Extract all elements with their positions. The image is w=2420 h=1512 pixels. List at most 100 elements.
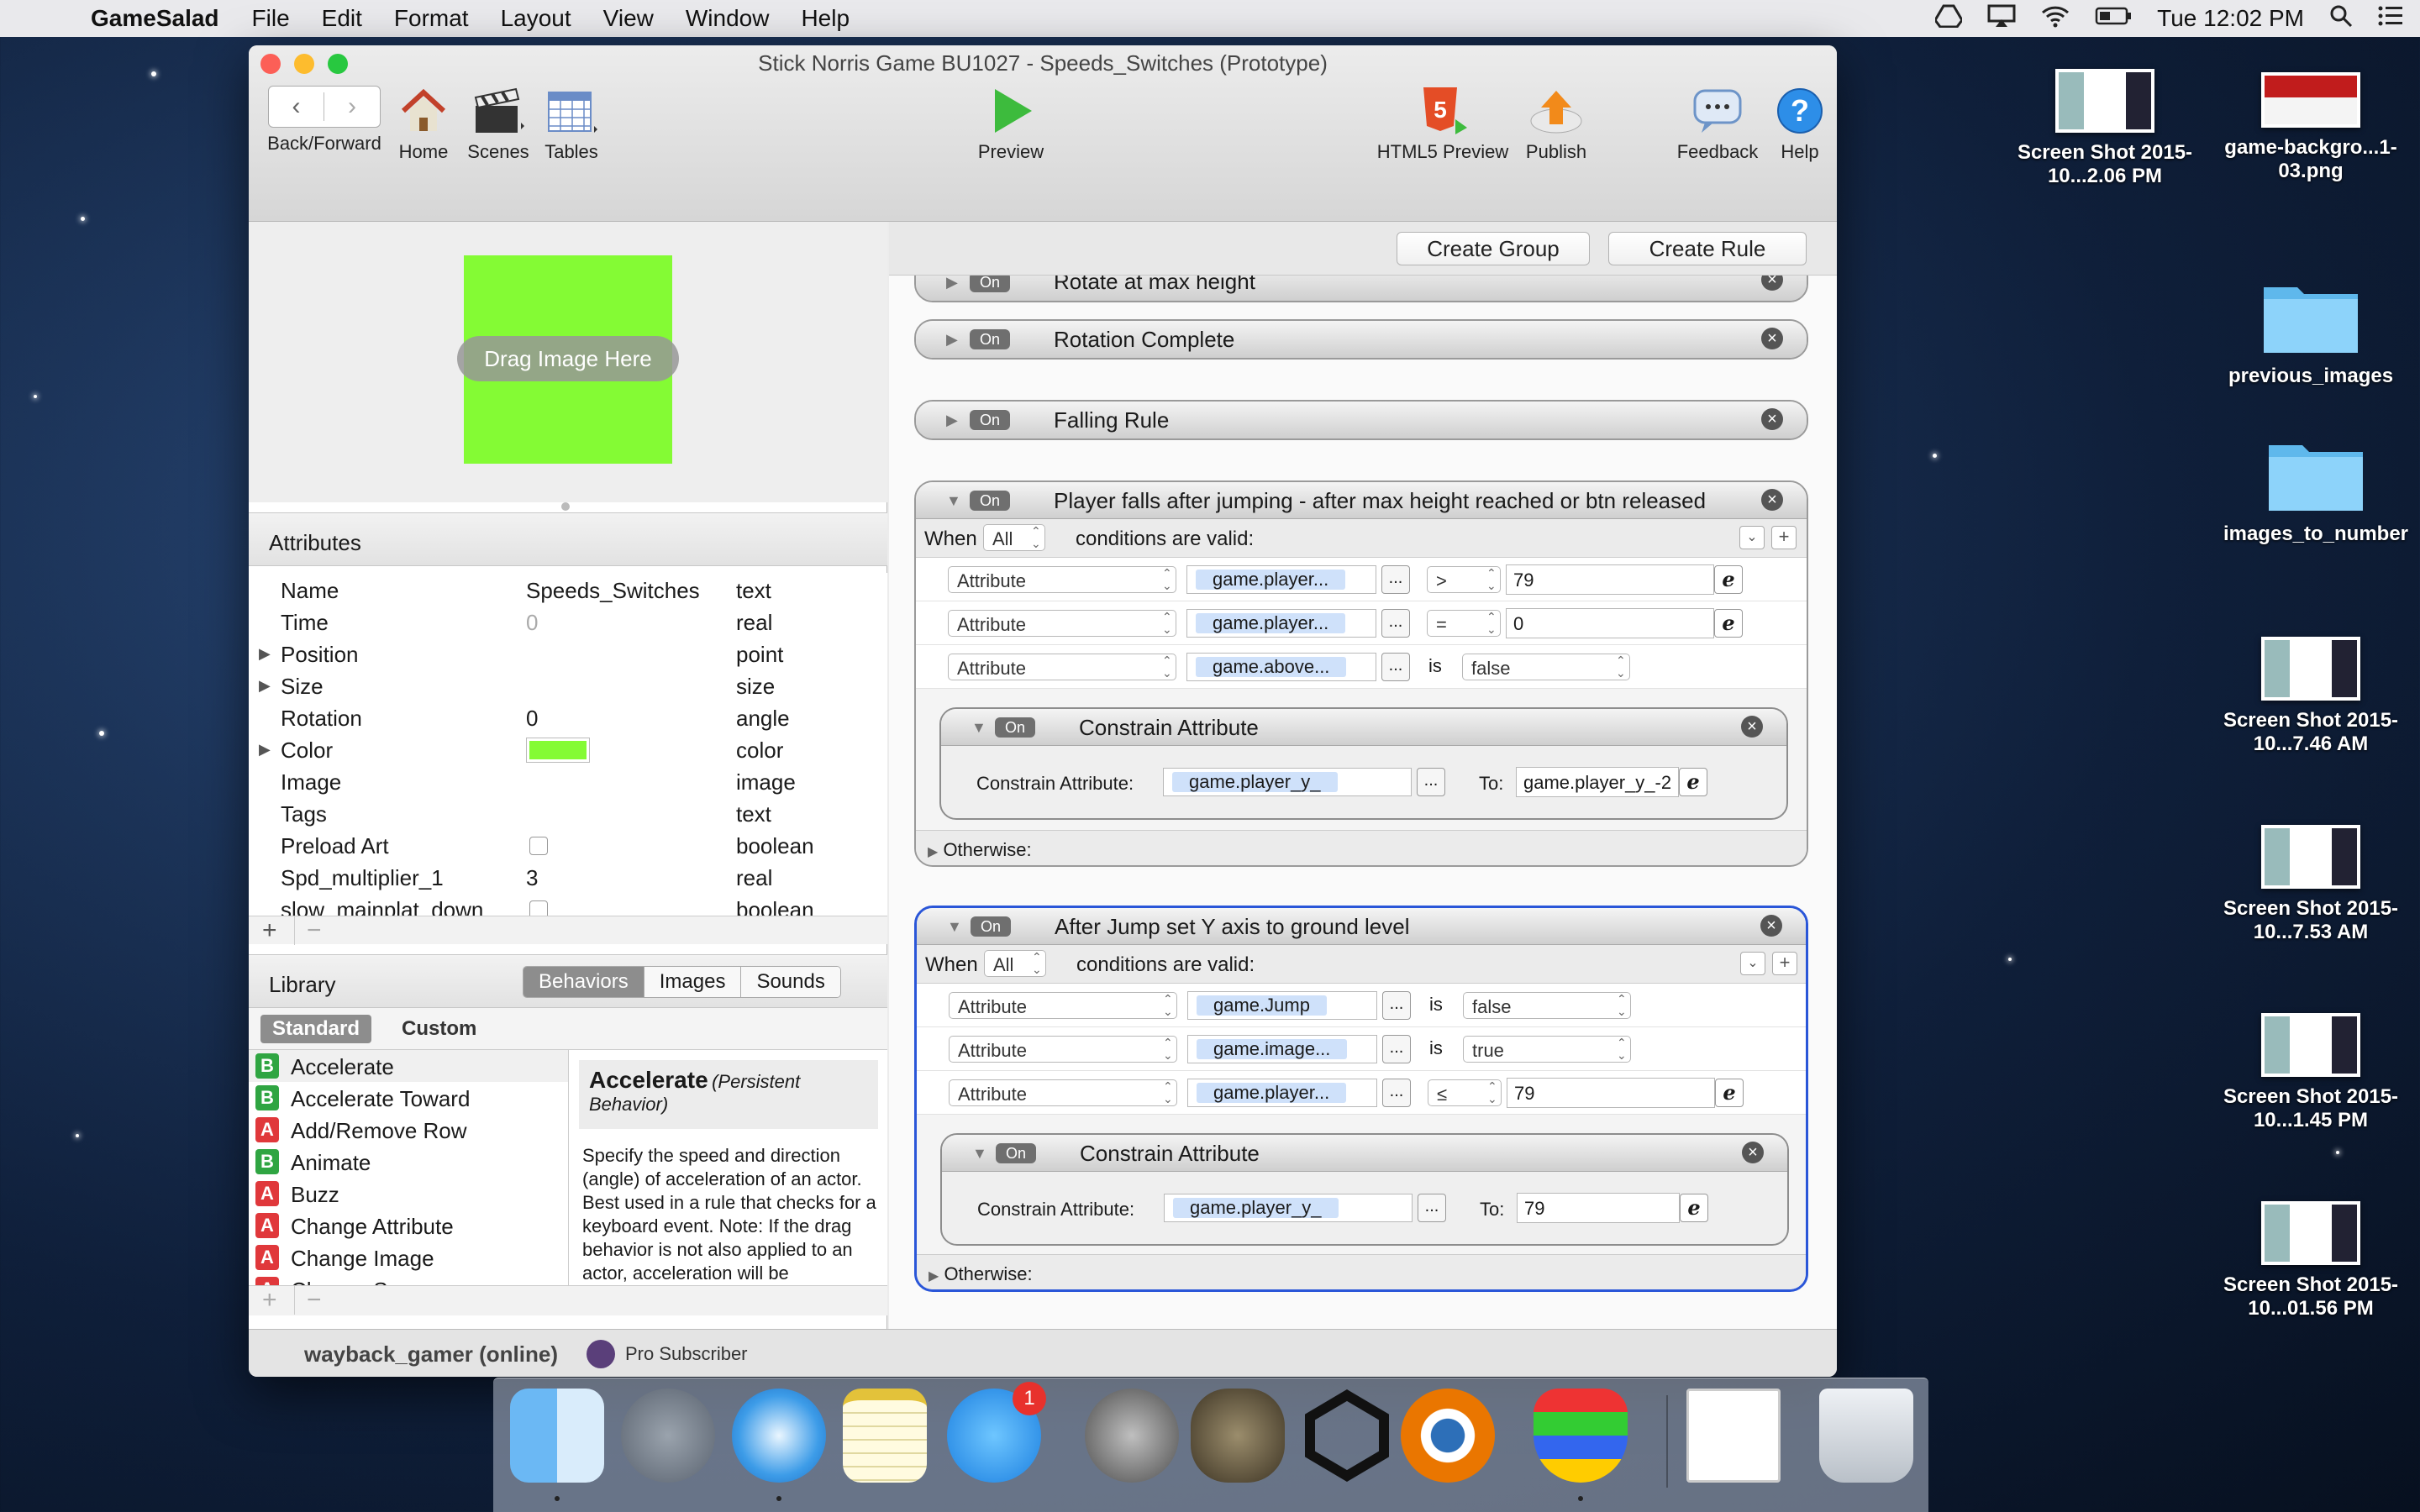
gamesalad-icon[interactable]	[1534, 1389, 1628, 1501]
attribute-field[interactable]: game.image...	[1187, 1035, 1377, 1063]
disclosure-open-icon[interactable]: ▼	[947, 918, 962, 936]
desktop-icon-folder[interactable]: images_to_number	[2207, 433, 2420, 546]
menu-edit[interactable]: Edit	[306, 5, 378, 32]
launchpad-rocket-icon[interactable]	[621, 1389, 715, 1483]
disclosure-open-icon[interactable]: ▼	[971, 719, 986, 737]
expression-editor-icon[interactable]: e	[1679, 768, 1707, 796]
rule-expanded-selected[interactable]: ▼ On After Jump set Y axis to ground leve…	[914, 906, 1808, 1292]
split-handle[interactable]	[561, 502, 570, 511]
add-attribute-button[interactable]: +	[262, 916, 277, 945]
expression-editor-icon[interactable]: e	[1714, 609, 1743, 638]
behavior-on-toggle[interactable]: On	[995, 717, 1035, 738]
attribute-row[interactable]: Name Speeds_Switches text	[249, 575, 887, 606]
safari-compass-icon[interactable]	[732, 1389, 826, 1501]
browse-attribute-button[interactable]: ...	[1382, 1079, 1411, 1107]
condition-value-field[interactable]: 79	[1506, 564, 1714, 595]
close-icon[interactable]: ×	[1761, 276, 1783, 291]
operator-select[interactable]: ≤	[1428, 1079, 1502, 1106]
rule-on-toggle[interactable]: On	[970, 410, 1010, 430]
disclosure-open-icon[interactable]: ▼	[972, 1145, 987, 1163]
app-store-icon[interactable]: 1	[947, 1382, 1046, 1483]
constrain-attribute-behavior[interactable]: ▼ On Constrain Attribute × Constrain Attri…	[939, 707, 1788, 820]
browse-attribute-button[interactable]: ...	[1418, 1194, 1446, 1222]
tables-button[interactable]: Tables	[538, 86, 605, 163]
browse-attribute-button[interactable]: ...	[1381, 565, 1410, 594]
add-condition-button[interactable]: +	[1771, 526, 1797, 549]
attr-value[interactable]: Speeds_Switches	[526, 578, 700, 604]
list-item[interactable]: A Change Image	[249, 1242, 568, 1273]
tab-images[interactable]: Images	[644, 967, 742, 997]
desktop-icon-screenshot[interactable]: Screen Shot 2015-10...01.56 PM	[2202, 1201, 2420, 1320]
create-group-button[interactable]: Create Group	[1397, 232, 1590, 265]
menu-view[interactable]: View	[587, 5, 670, 32]
subtab-custom[interactable]: Custom	[402, 1017, 476, 1041]
spotlight-search-icon[interactable]	[2329, 4, 2353, 34]
disclosure-triangle-icon[interactable]: ▶	[928, 845, 938, 859]
finder-icon[interactable]	[510, 1389, 604, 1501]
rule-title[interactable]: Player falls after jumping - after max h…	[1054, 488, 1706, 514]
attribute-field[interactable]: game.player...	[1186, 609, 1376, 638]
battery-icon[interactable]	[2095, 5, 2132, 32]
attr-value[interactable]: 0	[526, 706, 538, 732]
condition-type-select[interactable]: Attribute	[948, 654, 1176, 680]
menu-format[interactable]: Format	[378, 5, 485, 32]
browse-attribute-button[interactable]: ...	[1381, 609, 1410, 638]
html5-preview-button[interactable]: 5 HTML5 Preview	[1371, 86, 1514, 163]
condition-type-select[interactable]: Attribute	[949, 1036, 1177, 1063]
otherwise-row[interactable]: ▶ Otherwise:	[916, 830, 1807, 865]
scenes-button[interactable]: Scenes	[460, 86, 536, 163]
desktop-icon-screenshot[interactable]: Screen Shot 2015-10...2.06 PM	[1996, 69, 2214, 188]
condition-type-select[interactable]: Attribute	[949, 1079, 1177, 1106]
disclosure-triangle-icon[interactable]: ▶	[929, 1269, 939, 1284]
expression-editor-icon[interactable]: e	[1715, 1079, 1744, 1107]
condition-mode-select[interactable]: All	[983, 524, 1045, 551]
trash-icon[interactable]	[1819, 1389, 1913, 1483]
back-forward-button[interactable]: ‹ › Back/Forward	[264, 86, 385, 155]
tab-behaviors[interactable]: Behaviors	[523, 967, 644, 997]
disclosure-triangle-icon[interactable]: ▶	[946, 276, 958, 291]
attribute-row[interactable]: ▶ Size size	[249, 670, 887, 702]
attribute-row[interactable]: ▶ Position point	[249, 638, 887, 670]
add-behavior-button[interactable]: +	[262, 1286, 277, 1315]
attribute-field[interactable]: game.player...	[1186, 565, 1376, 594]
menu-app-name[interactable]: GameSalad	[76, 5, 236, 32]
condition-type-select[interactable]: Attribute	[948, 566, 1176, 593]
attribute-row[interactable]: Tags text	[249, 798, 887, 830]
list-item[interactable]: A Change Attribute	[249, 1210, 568, 1242]
condition-value-field[interactable]: 79	[1507, 1078, 1715, 1108]
operator-select[interactable]: >	[1427, 566, 1501, 593]
condition-type-select[interactable]: Attribute	[949, 992, 1177, 1019]
system-preferences-gear-icon[interactable]	[1085, 1389, 1179, 1483]
rule-on-toggle[interactable]: On	[970, 276, 1010, 292]
rule-collapsed[interactable]: ▶ On Falling Rule ×	[914, 400, 1808, 440]
add-condition-button[interactable]: +	[1772, 952, 1797, 975]
google-drive-icon[interactable]	[1933, 4, 1964, 34]
list-item[interactable]: A Buzz	[249, 1178, 568, 1210]
rule-expanded[interactable]: ▼ On Player falls after jumping - after m…	[914, 480, 1808, 867]
browse-attribute-button[interactable]: ...	[1417, 768, 1445, 796]
list-item[interactable]: B Animate	[249, 1146, 568, 1178]
menu-file[interactable]: File	[236, 5, 306, 32]
menu-window[interactable]: Window	[670, 5, 786, 32]
remove-attribute-button[interactable]: −	[294, 916, 322, 945]
behavior-on-toggle[interactable]: On	[996, 1143, 1036, 1163]
notes-icon[interactable]	[843, 1389, 927, 1483]
feedback-button[interactable]: Feedback	[1669, 86, 1766, 163]
attribute-field[interactable]: game.Jump	[1187, 991, 1377, 1020]
disclosure-triangle-icon[interactable]: ▶	[946, 331, 958, 349]
preload-art-checkbox[interactable]	[529, 837, 548, 855]
rule-collapsed[interactable]: ▶ On Rotation Complete ×	[914, 319, 1808, 360]
notification-center-icon[interactable]	[2378, 5, 2403, 33]
boolean-value-select[interactable]: true	[1463, 1036, 1631, 1063]
expression-editor-icon[interactable]: e	[1714, 565, 1743, 594]
attribute-row[interactable]: Image image	[249, 766, 887, 798]
wifi-icon[interactable]	[2041, 4, 2070, 34]
downloads-stack-icon[interactable]	[1686, 1389, 1781, 1483]
unity-icon[interactable]	[1300, 1389, 1394, 1483]
disclosure-triangle-icon[interactable]: ▶	[259, 741, 271, 759]
attribute-field[interactable]: game.player...	[1187, 1079, 1377, 1107]
boolean-value-select[interactable]: false	[1462, 654, 1630, 680]
desktop-icon-screenshot[interactable]: Screen Shot 2015-10...7.53 AM	[2202, 825, 2420, 944]
help-button[interactable]: ? Help	[1775, 86, 1825, 163]
attr-value[interactable]: 3	[526, 865, 538, 891]
